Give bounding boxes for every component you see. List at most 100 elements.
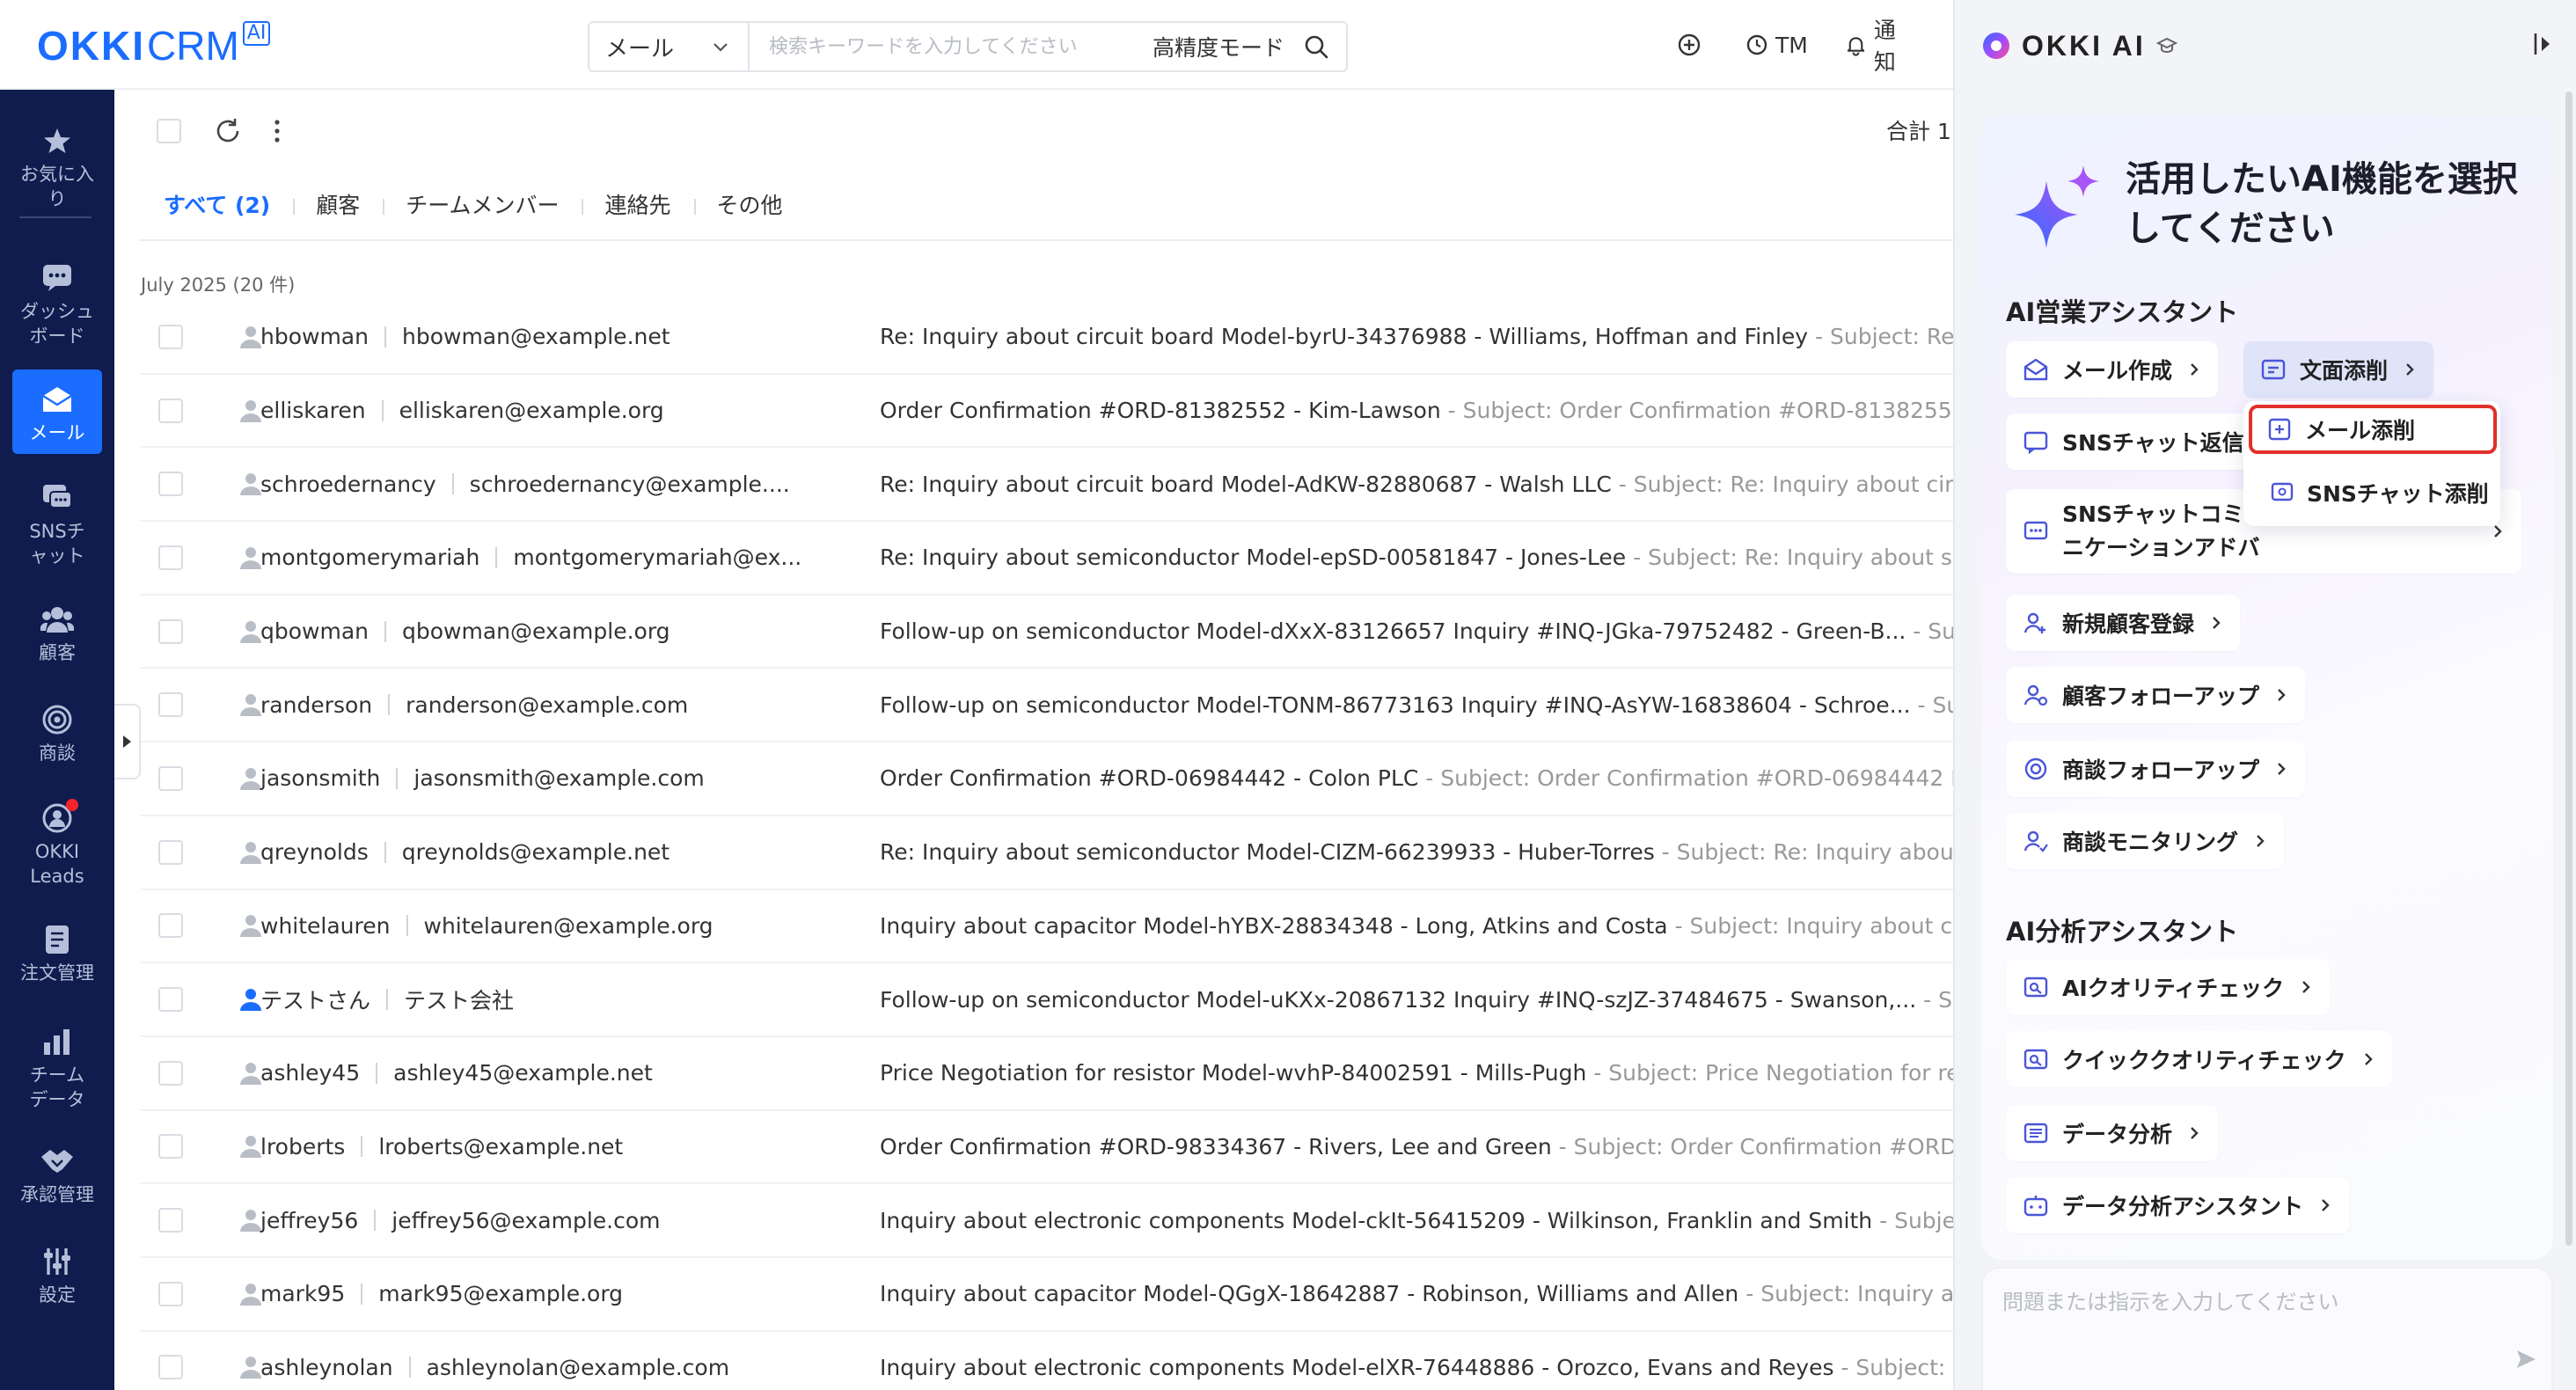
row-checkbox[interactable] <box>158 472 183 497</box>
chip-sns-reply[interactable]: SNSチャット返信 <box>2006 413 2270 470</box>
mail-row[interactable]: montgomerymariah montgomerymariah@ex... Re… <box>141 522 1953 596</box>
mail-row[interactable]: qbowman qbowman@example.org Follow-up on s… <box>141 596 1953 669</box>
sidebar-item-dashboard[interactable]: ダッシュボード <box>0 260 114 348</box>
handshake-icon <box>40 1144 75 1179</box>
chip-mail-compose[interactable]: メール作成 <box>2006 341 2219 398</box>
chip-label: データ分析アシスタント <box>2062 1194 2304 1219</box>
ai-panel-scrollbar[interactable] <box>2565 91 2572 1246</box>
tab-customers[interactable]: 顧客 <box>293 187 383 225</box>
tab-contacts[interactable]: 連絡先 <box>582 187 693 225</box>
row-checkbox[interactable] <box>158 324 183 349</box>
tab-others[interactable]: その他 <box>693 187 806 225</box>
notification-button[interactable]: 通知 <box>1845 13 1916 77</box>
sidebar-item-settings[interactable]: 設定 <box>0 1244 114 1307</box>
row-checkbox[interactable] <box>158 765 183 791</box>
precision-mode-toggle[interactable]: 高精度モード <box>1153 31 1284 62</box>
collapse-sidebar-handle[interactable] <box>114 704 141 779</box>
sidebar-item-orders[interactable]: 注文管理 <box>0 922 114 985</box>
chip-label: データ分析 <box>2062 1122 2173 1147</box>
chip-ai-quality-check[interactable]: AIクオリティチェック <box>2006 959 2331 1015</box>
chip-customer-followup[interactable]: 顧客フォローアップ <box>2006 667 2306 723</box>
separator <box>374 1210 377 1232</box>
sender-name: randerson <box>260 691 373 718</box>
add-button[interactable] <box>1677 33 1709 57</box>
tm-button[interactable]: TM <box>1745 33 1808 58</box>
mail-row[interactable]: jeffrey56 jeffrey56@example.com Inquiry ab… <box>141 1184 1953 1258</box>
ai-prompt-input[interactable] <box>2002 1284 2495 1337</box>
menu-item-sns-edit[interactable]: SNSチャット添削 <box>2256 468 2489 517</box>
mail-row[interactable]: jasonsmith jasonsmith@example.com Order Co… <box>141 743 1953 816</box>
mail-row[interactable]: hbowman hbowman@example.net Re: Inquiry ab… <box>141 301 1953 375</box>
mail-row[interactable]: qreynolds qreynolds@example.net Re: Inquir… <box>141 816 1953 890</box>
row-checkbox[interactable] <box>158 839 183 865</box>
sender-email: lroberts@example.net <box>378 1133 624 1160</box>
send-icon[interactable] <box>2514 1348 2537 1371</box>
subject-snippet: - Subject: Order Confirmation #ORD-06984… <box>1425 765 1953 792</box>
sidebar-item-okki-leads[interactable]: OKKI Leads <box>0 799 114 889</box>
chip-data-analysis[interactable]: データ分析 <box>2006 1105 2219 1161</box>
sidebar-item-approvals[interactable]: 承認管理 <box>0 1144 114 1207</box>
row-checkbox[interactable] <box>158 1208 183 1233</box>
mail-row[interactable]: テストさん テスト会社 Follow-up on semiconductor Mod… <box>141 963 1953 1037</box>
menu-item-mail-edit[interactable]: メール添削 <box>2249 405 2497 454</box>
mail-row[interactable]: mark95 mark95@example.org Inquiry about ca… <box>141 1258 1953 1332</box>
sidebar-item-sns-chat[interactable]: SNSチャット <box>0 480 114 568</box>
subject-snippet: - Subject: Re: Inquiry about circuit boa… <box>1815 324 1953 350</box>
tab-all[interactable]: すべて (2) <box>164 187 293 225</box>
user-monitor-icon <box>2022 827 2050 855</box>
search-input[interactable] <box>750 23 1153 70</box>
mail-row[interactable]: lroberts lroberts@example.net Order Confir… <box>141 1111 1953 1185</box>
sidebar-item-deals[interactable]: 商談 <box>0 702 114 765</box>
ai-panel-header: OKKI AI <box>1981 26 2177 65</box>
search-icon[interactable] <box>1299 29 1334 64</box>
chat-icon <box>40 480 75 516</box>
target-followup-icon <box>2022 755 2050 783</box>
row-checkbox[interactable] <box>158 1060 183 1086</box>
mail-row[interactable]: schroedernancy schroedernancy@example....… <box>141 448 1953 523</box>
row-checkbox[interactable] <box>158 987 183 1013</box>
row-checkbox[interactable] <box>158 1281 183 1306</box>
chip-data-analysis-assistant[interactable]: データ分析アシスタント <box>2006 1177 2350 1233</box>
subject-snippet: - Subject: Order Confirmation #ORD-98334… <box>1558 1133 1953 1160</box>
chip-deal-followup[interactable]: 商談フォローアップ <box>2006 741 2306 797</box>
sidebar-item-mail[interactable]: メール <box>12 369 102 454</box>
search-type-select[interactable]: メール <box>589 23 750 70</box>
sender-email: ashleynolan@example.com <box>426 1354 730 1380</box>
user-add-icon <box>2022 609 2050 637</box>
mail-row[interactable]: ashley45 ashley45@example.net Price Negoti… <box>141 1037 1953 1111</box>
refresh-icon[interactable] <box>213 116 243 146</box>
sender: ashleynolan ashleynolan@example.com <box>260 1355 729 1380</box>
sidebar-item-team-data[interactable]: チームデータ <box>0 1024 114 1112</box>
okki-crm-logo[interactable]: OKKI CRM AI <box>37 21 271 70</box>
row-checkbox[interactable] <box>158 1355 183 1380</box>
row-checkbox[interactable] <box>158 618 183 644</box>
chip-deal-monitoring[interactable]: 商談モニタリング <box>2006 813 2285 869</box>
row-checkbox[interactable] <box>158 1134 183 1160</box>
subject-text: Re: Inquiry about semiconductor Model-ep… <box>880 545 1627 571</box>
chevron-right-icon <box>2210 615 2222 631</box>
subject-text: Inquiry about capacitor Model-hYBX-28834… <box>880 912 1668 939</box>
chip-quick-quality-check[interactable]: クイッククオリティチェック <box>2006 1031 2392 1087</box>
chevron-right-icon <box>2275 761 2287 777</box>
mail-row[interactable]: randerson randerson@example.com Follow-up … <box>141 669 1953 743</box>
sender: jasonsmith jasonsmith@example.com <box>260 765 705 791</box>
row-checkbox[interactable] <box>158 545 183 570</box>
subject-snippet: - Subject: Re: Inquiry about semiconduct… <box>1661 839 1953 866</box>
mail-row[interactable]: whitelauren whitelauren@example.org Inquir… <box>141 890 1953 964</box>
mail-row[interactable]: ashleynolan ashleynolan@example.com Inquir… <box>141 1332 1953 1390</box>
panel-collapse-icon[interactable] <box>2528 28 2560 60</box>
tab-team-members[interactable]: チームメンバー <box>383 187 582 225</box>
row-checkbox[interactable] <box>158 913 183 939</box>
chip-new-customer[interactable]: 新規顧客登録 <box>2006 595 2241 651</box>
chip-text-edit[interactable]: 文面添削 <box>2243 341 2434 398</box>
row-checkbox[interactable] <box>158 398 183 423</box>
select-all-checkbox[interactable] <box>157 119 181 143</box>
analysis-assistant-title: AI分析アシスタント <box>2006 917 2239 947</box>
sidebar-item-favorites[interactable]: お気に入り <box>0 123 114 211</box>
sidebar-label-okki-leads: OKKI Leads <box>30 841 84 887</box>
more-vertical-icon[interactable] <box>273 118 282 144</box>
sidebar-item-customers[interactable]: 顧客 <box>0 602 114 665</box>
separator <box>408 1357 411 1379</box>
row-checkbox[interactable] <box>158 692 183 718</box>
mail-row[interactable]: elliskaren elliskaren@example.org Order Co… <box>141 375 1953 449</box>
